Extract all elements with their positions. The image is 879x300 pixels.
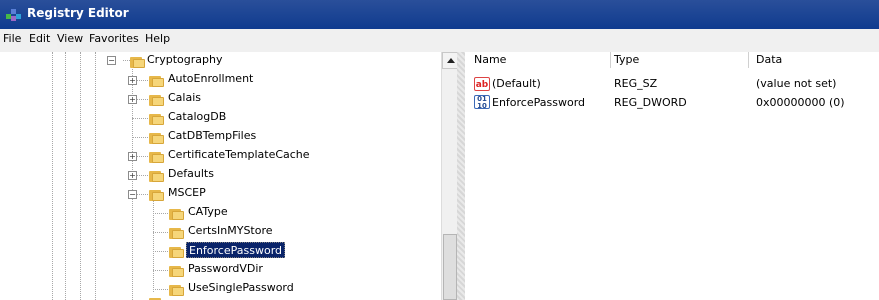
scroll-thumb[interactable] xyxy=(443,234,457,300)
value-name[interactable]: (Default) xyxy=(492,76,541,92)
expand-icon[interactable]: + xyxy=(128,152,137,161)
registry-icon xyxy=(6,9,21,21)
column-name-header[interactable]: Name xyxy=(474,52,506,68)
scroll-up-button[interactable] xyxy=(442,52,458,69)
folder-icon xyxy=(148,131,164,145)
folder-icon xyxy=(148,188,164,202)
tree-item-cryptography[interactable]: Cryptography xyxy=(145,52,224,68)
folder-icon xyxy=(148,296,164,300)
menu-file[interactable]: File xyxy=(3,32,21,45)
folder-icon xyxy=(168,207,184,221)
menu-view[interactable]: View xyxy=(57,32,83,45)
tree-connector xyxy=(153,232,168,233)
menu-help[interactable]: Help xyxy=(145,32,170,45)
collapse-icon[interactable]: − xyxy=(107,56,116,65)
folder-icon xyxy=(148,169,164,183)
tree-guide-line xyxy=(65,52,66,300)
menu-bar: File Edit View Favorites Help xyxy=(0,29,879,49)
string-value-icon: ab xyxy=(474,77,490,91)
title-bar[interactable]: Registry Editor xyxy=(0,0,879,29)
tree-item-enforcepassword[interactable]: EnforcePassword xyxy=(186,242,286,258)
tree-item-certsinmystore[interactable]: CertsInMYStore xyxy=(186,223,275,239)
tree-item-catdbtempfiles[interactable]: CatDBTempFiles xyxy=(166,128,258,144)
tree-guide-line xyxy=(95,52,96,300)
menu-edit[interactable]: Edit xyxy=(29,32,50,45)
registry-values-pane[interactable]: Name Type Data ab (Default) REG_SZ (valu… xyxy=(465,52,879,300)
tree-item-catalogdb[interactable]: CatalogDB xyxy=(166,109,228,125)
tree-connector xyxy=(153,270,168,271)
folder-icon xyxy=(148,150,164,164)
expand-icon[interactable]: + xyxy=(128,76,137,85)
folder-icon xyxy=(168,226,184,240)
tree-connector xyxy=(153,289,168,290)
expand-icon[interactable]: + xyxy=(128,171,137,180)
tree-item-certificatetemplatecache[interactable]: CertificateTemplateCache xyxy=(166,147,312,163)
tree-item-mscep[interactable]: MSCEP xyxy=(166,185,208,201)
folder-icon xyxy=(148,93,164,107)
folder-icon xyxy=(148,112,164,126)
column-data-header[interactable]: Data xyxy=(756,52,782,68)
tree-connector xyxy=(132,137,148,138)
dword-value-icon: 01 10 xyxy=(474,95,490,110)
column-divider[interactable] xyxy=(610,52,611,68)
registry-tree-pane[interactable]: − Cryptography + AutoEnrollment + Calais… xyxy=(0,52,457,300)
folder-icon xyxy=(129,55,145,69)
menu-favorites[interactable]: Favorites xyxy=(89,32,139,45)
tree-item-autoenrollment[interactable]: AutoEnrollment xyxy=(166,71,255,87)
pane-splitter[interactable] xyxy=(457,52,465,300)
column-type-header[interactable]: Type xyxy=(614,52,639,68)
folder-icon xyxy=(168,245,184,259)
tree-connector xyxy=(153,213,168,214)
folder-icon xyxy=(168,283,184,297)
tree-guide-line xyxy=(80,52,81,300)
value-type[interactable]: REG_DWORD xyxy=(614,95,687,111)
tree-guide-line xyxy=(52,52,53,300)
window-title: Registry Editor xyxy=(27,6,129,20)
tree-scrollbar[interactable] xyxy=(441,52,458,300)
value-data[interactable]: (value not set) xyxy=(756,76,836,92)
collapse-icon[interactable]: − xyxy=(128,190,137,199)
column-divider[interactable] xyxy=(748,52,749,68)
tree-connector xyxy=(153,251,168,252)
value-data[interactable]: 0x00000000 (0) xyxy=(756,95,845,111)
folder-icon xyxy=(148,74,164,88)
value-type[interactable]: REG_SZ xyxy=(614,76,657,92)
value-name[interactable]: EnforcePassword xyxy=(492,95,585,111)
tree-item-passwordvdir[interactable]: PasswordVDir xyxy=(186,261,265,277)
tree-item-calais[interactable]: Calais xyxy=(166,90,203,106)
folder-icon xyxy=(168,264,184,278)
tree-item-usesinglepassword[interactable]: UseSinglePassword xyxy=(186,280,296,296)
expand-icon[interactable]: + xyxy=(128,95,137,104)
tree-connector xyxy=(132,118,148,119)
tree-item-catype[interactable]: CAType xyxy=(186,204,230,220)
tree-item-defaults[interactable]: Defaults xyxy=(166,166,216,182)
